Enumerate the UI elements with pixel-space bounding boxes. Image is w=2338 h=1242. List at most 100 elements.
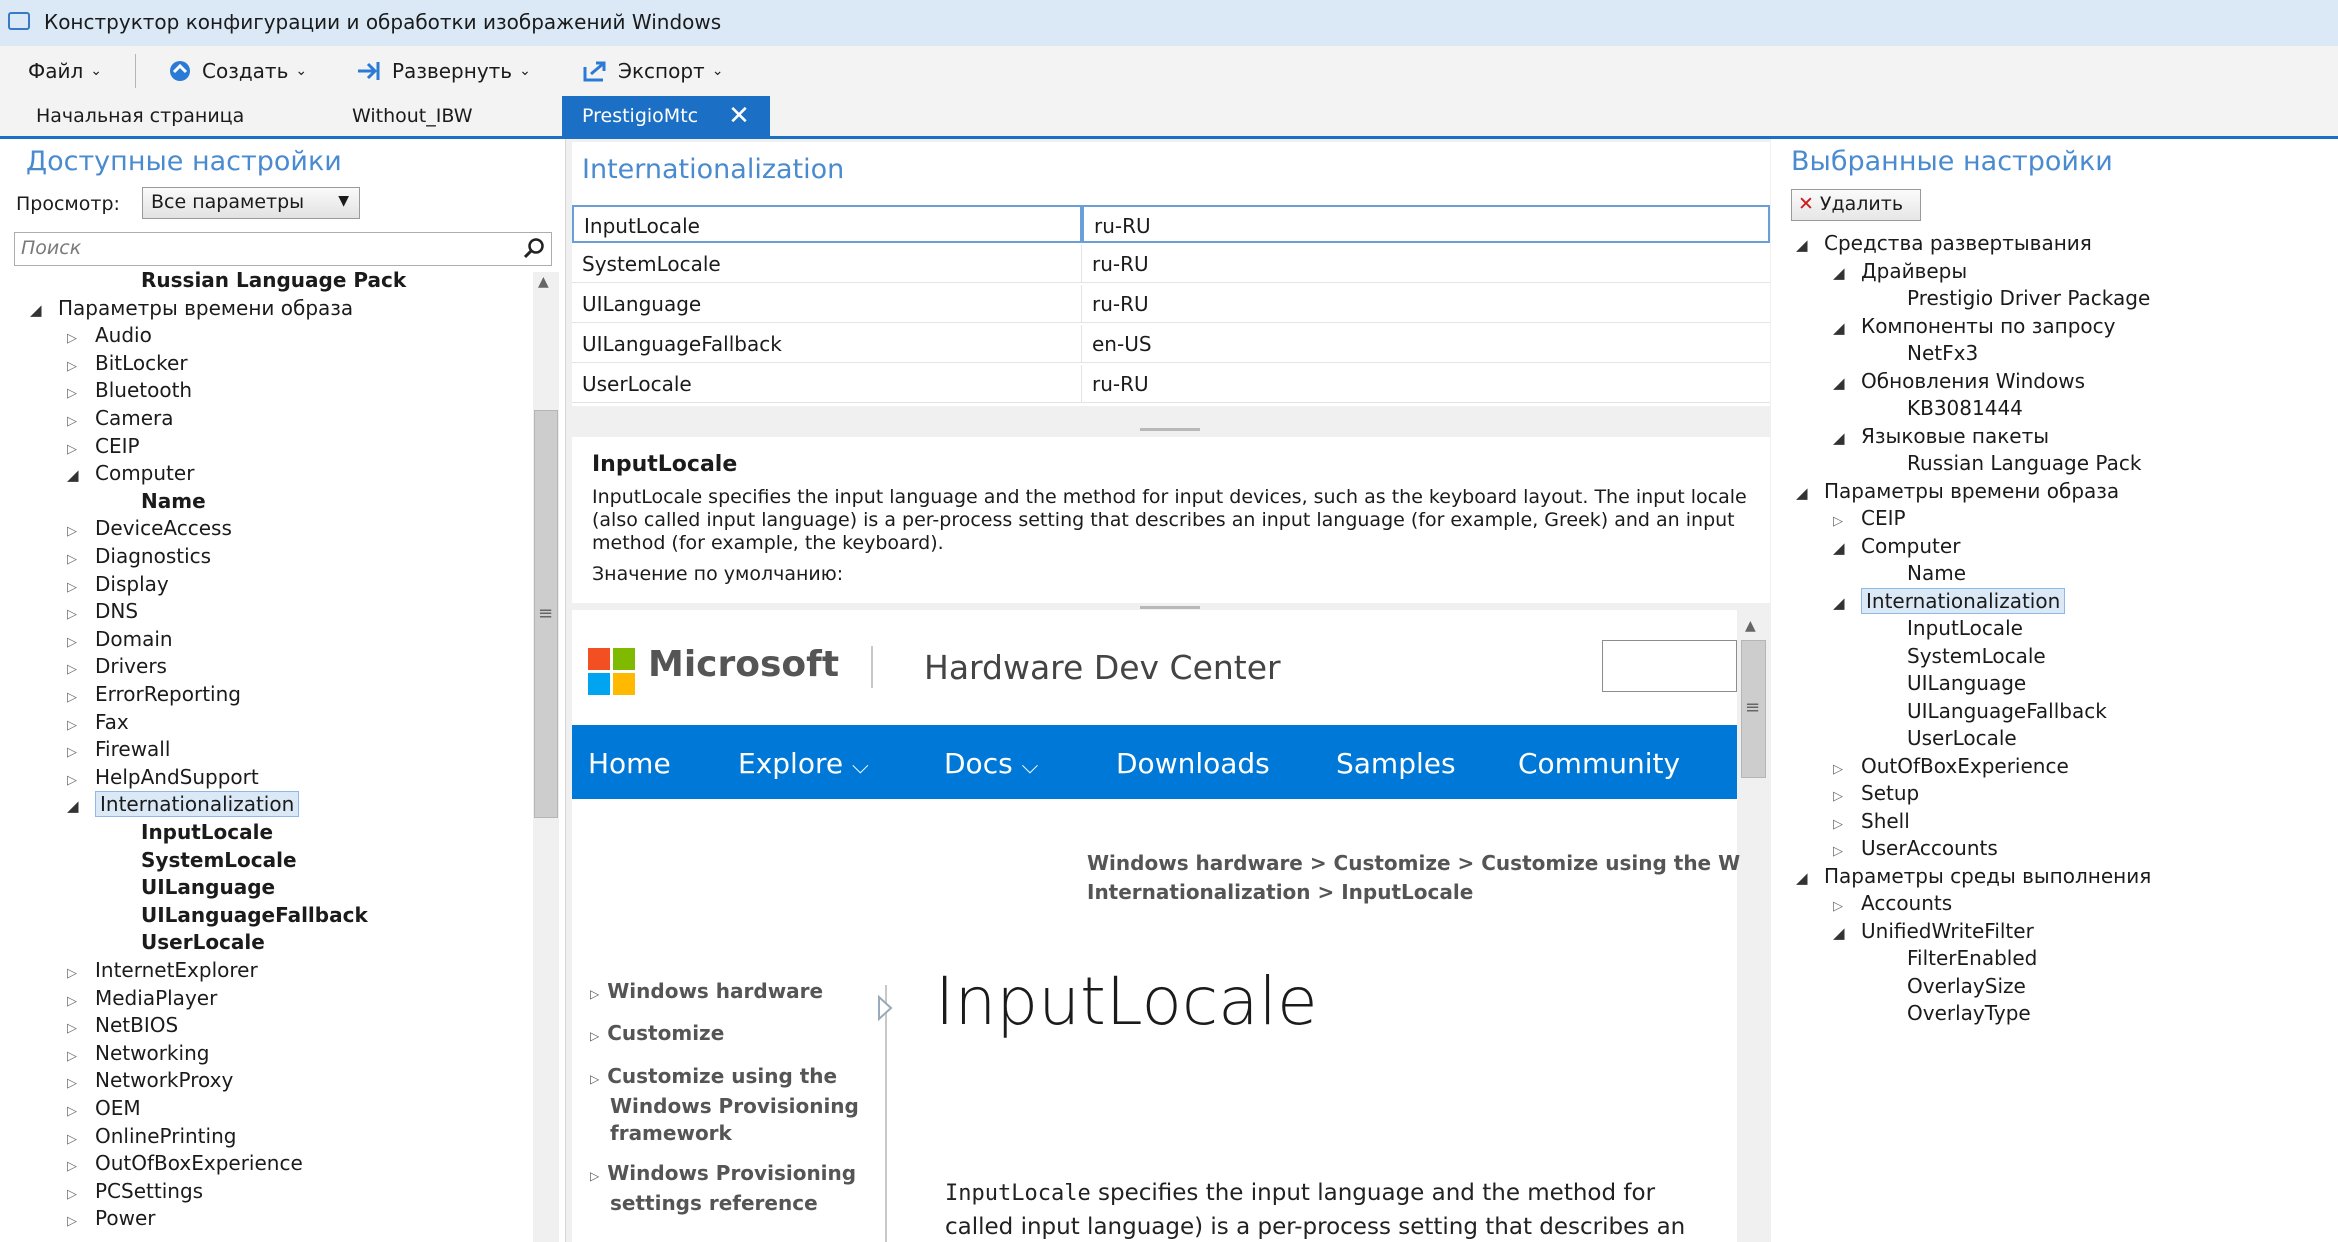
tree-item-unifiedwritefilter[interactable]: ◢ UnifiedWriteFilter [1833,919,2034,945]
tree-item-netbios[interactable]: ▷ NetBIOS [67,1013,178,1041]
tree-item-outofboxexperience[interactable]: ▷ OutOfBoxExperience [67,1151,303,1179]
search-input[interactable]: Поиск [14,232,552,266]
tree-item-firewall[interactable]: ▷ Firewall [67,737,170,765]
menu-create[interactable]: Создать ⌄ [166,56,307,86]
tree-item-accounts[interactable]: ▷ Accounts [1833,891,1952,919]
nav-docs[interactable]: Docs ⌵ [944,747,1038,780]
collapsed-arrow-icon[interactable]: ▷ [67,327,95,351]
tree-item-uilanguagefallback[interactable]: UILanguageFallback [141,903,368,927]
setting-value-cell[interactable]: ru-RU [1082,205,1770,243]
close-icon[interactable]: ✕ [728,101,750,131]
collapsed-arrow-icon[interactable]: ▷ [67,520,95,544]
tree-item-bitlocker[interactable]: ▷ BitLocker [67,351,188,379]
tree-item-параметры-времени-образа[interactable]: ◢ Параметры времени образа [1796,479,2119,505]
breadcrumb[interactable]: Windows hardware > Customize > Customize… [1087,851,1761,875]
tree-item-prestigio-driver-package[interactable]: Prestigio Driver Package [1907,286,2150,310]
tree-item-setup[interactable]: ▷ Setup [1833,781,1919,809]
tree-item-audio[interactable]: ▷ Audio [67,323,152,351]
nav-samples[interactable]: Samples [1336,747,1456,780]
splitter-handle[interactable] [1140,606,1200,609]
tree-item-параметры-времени-образа[interactable]: ◢ Параметры времени образа [30,296,353,322]
tab-start-page[interactable]: Начальная страница [36,96,244,136]
grid-row-userlocale[interactable]: UserLocale ru-RU [572,365,1770,403]
collapsed-arrow-icon[interactable]: ▷ [67,658,95,682]
tree-item-oem[interactable]: ▷ OEM [67,1096,141,1124]
setting-value-cell[interactable]: en-US [1082,325,1770,363]
menu-deploy[interactable]: Развернуть ⌄ [356,56,531,86]
microsoft-brand[interactable]: Microsoft [648,644,839,685]
tree-item-diagnostics[interactable]: ▷ Diagnostics [67,544,211,572]
tree-item-internationalization[interactable]: ◢ Internationalization [67,791,300,818]
collapsed-arrow-icon[interactable]: ▷ [1833,895,1861,919]
setting-name-cell[interactable]: SystemLocale [572,245,1082,283]
collapsed-arrow-icon[interactable]: ▷ [67,410,95,434]
menu-file[interactable]: Файл ⌄ [28,56,102,86]
setting-name-cell[interactable]: UserLocale [572,365,1082,403]
collapsed-arrow-icon[interactable]: ▷ [67,355,95,379]
collapsed-arrow-icon[interactable]: ▷ [67,714,95,738]
breadcrumb[interactable]: Internationalization > InputLocale [1087,880,1473,904]
delete-button[interactable]: ✕ Удалить [1791,189,1921,221]
collapsed-arrow-icon[interactable]: ▷ [67,1210,95,1234]
tree-item-userlocale[interactable]: UserLocale [141,930,265,954]
tree-item-shell[interactable]: ▷ Shell [1833,809,1910,837]
expanded-arrow-icon[interactable]: ◢ [1833,921,1861,945]
doc-nav-item[interactable]: ▷ Windows hardware [590,978,823,1008]
tree-item-filterenabled[interactable]: FilterEnabled [1907,946,2037,970]
collapsed-arrow-icon[interactable]: ▷ [67,962,95,986]
scroll-up-icon[interactable]: ▲ [538,274,549,290]
collapsed-arrow-icon[interactable]: ▷ [67,438,95,462]
collapsed-arrow-icon[interactable]: ▷ [67,769,95,793]
tree-item-name[interactable]: Name [141,489,206,513]
tree-item-inputlocale[interactable]: InputLocale [141,820,273,844]
collapsed-arrow-icon[interactable]: ▷ [67,1072,95,1096]
tree-item-uilanguagefallback[interactable]: UILanguageFallback [1907,699,2107,723]
collapsed-arrow-icon[interactable]: ▷ [67,741,95,765]
collapsed-arrow-icon[interactable]: ▷ [67,1183,95,1207]
collapsed-arrow-icon[interactable]: ▷ [67,686,95,710]
tree-item-обновления-windows[interactable]: ◢ Обновления Windows [1833,369,2085,395]
tree-item-компоненты-по-запросу[interactable]: ◢ Компоненты по запросу [1833,314,2116,340]
tree-item-overlaytype[interactable]: OverlayType [1907,1001,2031,1025]
nav-explore[interactable]: Explore ⌵ [738,747,869,780]
tree-item-kb3081444[interactable]: KB3081444 [1907,396,2023,420]
tree-item-средства-развертывания[interactable]: ◢ Средства развертывания [1796,231,2092,257]
tree-item-ceip[interactable]: ▷ CEIP [1833,506,1906,534]
collapsed-arrow-icon[interactable]: ▷ [67,603,95,627]
tree-item-russian-language-pack[interactable]: Russian Language Pack [1907,451,2141,475]
tree-item-errorreporting[interactable]: ▷ ErrorReporting [67,682,241,710]
setting-name-cell[interactable]: InputLocale [572,205,1082,243]
tree-item-display[interactable]: ▷ Display [67,572,169,600]
tree-item-internetexplorer[interactable]: ▷ InternetExplorer [67,958,258,986]
expanded-arrow-icon[interactable]: ◢ [1796,481,1824,505]
tree-item-ceip[interactable]: ▷ CEIP [67,434,140,462]
nav-community[interactable]: Community [1518,747,1680,780]
collapsed-arrow-icon[interactable]: ▷ [67,576,95,600]
tree-item-языковые-пакеты[interactable]: ◢ Языковые пакеты [1833,424,2049,450]
view-select[interactable]: Все параметры ▼ [142,187,360,219]
collapse-nav-icon[interactable] [877,994,893,1022]
tab-without-ibw[interactable]: Without_IBW [352,96,473,136]
expanded-arrow-icon[interactable]: ◢ [67,794,95,818]
tree-item-mediaplayer[interactable]: ▷ MediaPlayer [67,986,217,1014]
tree-item-uilanguage[interactable]: UILanguage [141,875,275,899]
collapsed-arrow-icon[interactable]: ▷ [67,631,95,655]
tree-item-helpandsupport[interactable]: ▷ HelpAndSupport [67,765,259,793]
tree-item-overlaysize[interactable]: OverlaySize [1907,974,2026,998]
setting-name-cell[interactable]: UILanguageFallback [572,325,1082,363]
tree-item-drivers[interactable]: ▷ Drivers [67,654,167,682]
collapsed-arrow-icon[interactable]: ▷ [67,990,95,1014]
tree-item-domain[interactable]: ▷ Domain [67,627,173,655]
tree-item-deviceaccess[interactable]: ▷ DeviceAccess [67,516,232,544]
tree-item-computer[interactable]: ◢ Computer [1833,534,1960,560]
scroll-up-icon[interactable]: ▲ [1745,618,1756,634]
expanded-arrow-icon[interactable]: ◢ [1833,316,1861,340]
expanded-arrow-icon[interactable]: ◢ [1833,426,1861,450]
expanded-arrow-icon[interactable]: ◢ [30,298,58,322]
collapsed-arrow-icon[interactable]: ▷ [67,1100,95,1124]
tree-item-onlineprinting[interactable]: ▷ OnlinePrinting [67,1124,236,1152]
doc-nav-item[interactable]: ▷ Customize using the Windows Provisioning… [590,1063,859,1147]
collapsed-arrow-icon[interactable]: ▷ [1833,840,1861,864]
grid-row-uilanguagefallback[interactable]: UILanguageFallback en-US [572,325,1770,363]
setting-name-cell[interactable]: UILanguage [572,285,1082,323]
